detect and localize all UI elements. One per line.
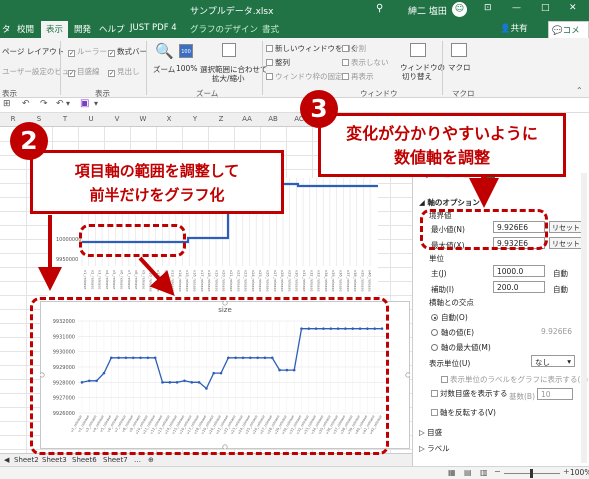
callout-2-line-1: 項目軸の範囲を調整して — [74, 162, 240, 180]
callout-3-line-2: 数値軸を調整 — [393, 148, 490, 167]
callout-2: 項目軸の範囲を調整して 前半だけをグラフ化 — [30, 150, 284, 214]
callout-arrows — [38, 175, 499, 296]
excel-window: サンプルデータ.xlsx ⚲ 紳二 塩田 ☺ ⊡ — □ ✕ タ 校閲 表示 開… — [0, 0, 589, 479]
badge-3: 3 — [300, 90, 338, 128]
callout-3: 変化が分かりやすいように 数値軸を調整 — [318, 113, 566, 177]
callout-2-line-2: 前半だけをグラフ化 — [89, 186, 225, 204]
badge-2: 2 — [10, 122, 48, 160]
arrow-diagonal — [138, 256, 175, 296]
callout-3-line-1: 変化が分かりやすいように — [346, 124, 538, 143]
